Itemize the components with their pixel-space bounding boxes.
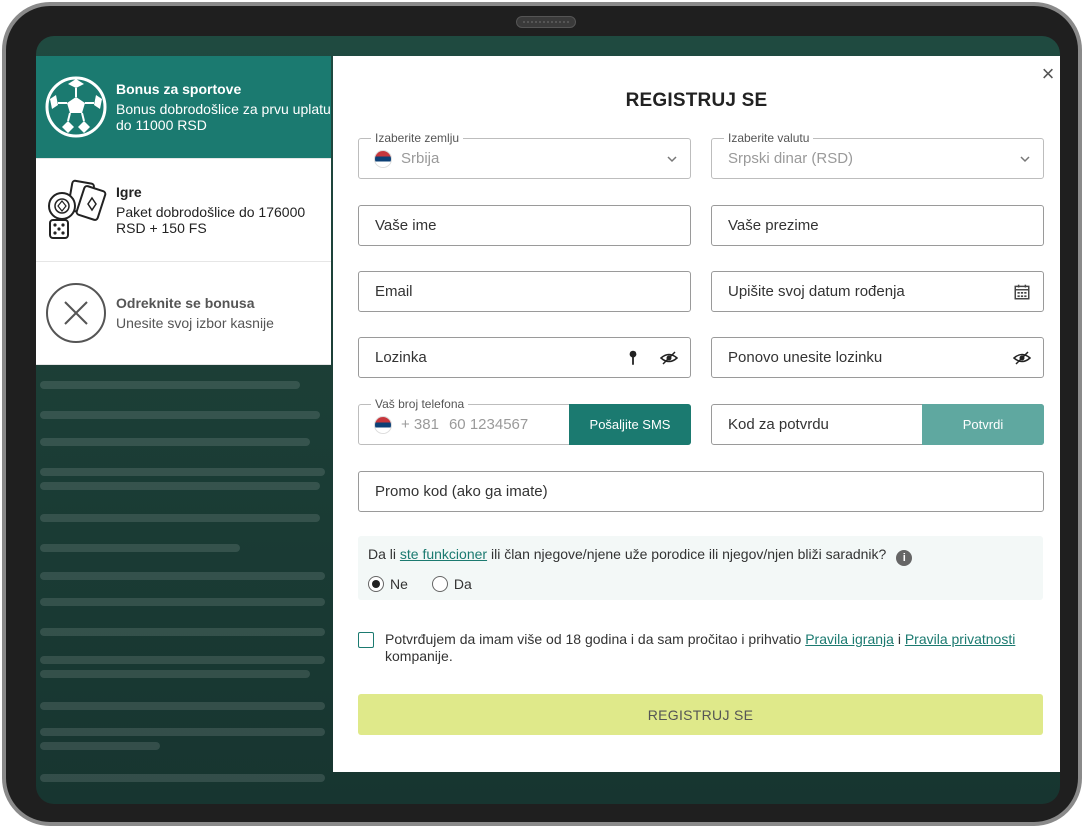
- serbia-flag-icon: [375, 150, 391, 167]
- question-text-before: Da li: [368, 546, 400, 562]
- registration-modal: × REGISTRUJ SE Izaberite zemlju Srbija I…: [333, 56, 1060, 772]
- terms-checkbox[interactable]: [358, 632, 374, 648]
- game-rules-link[interactable]: Pravila igranja: [805, 631, 894, 647]
- email-field[interactable]: Email: [358, 271, 691, 312]
- register-button[interactable]: REGISTRUJ SE: [358, 694, 1043, 735]
- soccer-ball-icon: [45, 76, 107, 138]
- bonus-panel: Bonus za sportove Bonus dobrodošlice za …: [36, 56, 331, 365]
- bonus-desc: Unesite svoj izbor kasnije: [116, 315, 274, 331]
- country-select[interactable]: Izaberite zemlju Srbija: [358, 131, 691, 179]
- password-repeat-placeholder: Ponovo unesite lozinku: [728, 349, 883, 366]
- official-link[interactable]: ste funkcioner: [400, 546, 487, 562]
- bonus-option-decline[interactable]: Odreknite se bonusa Unesite svoj izbor k…: [36, 262, 331, 365]
- password-placeholder: Lozinka: [375, 349, 427, 366]
- last-name-field[interactable]: Vaše prezime: [711, 205, 1044, 246]
- casino-chips-cards-icon: [48, 179, 107, 239]
- terms-text: Potvrđujem da imam više od 18 godina i d…: [385, 631, 1015, 665]
- radio-no-label: Ne: [390, 576, 408, 592]
- bonus-text: Bonus za sportove Bonus dobrodošlice za …: [116, 81, 331, 133]
- chevron-down-icon: [667, 155, 677, 162]
- screen: Bonus za sportove Bonus dobrodošlice za …: [36, 36, 1060, 804]
- pep-question-text: Da li ste funkcioner ili član njegove/nj…: [368, 546, 1033, 566]
- password-repeat-field[interactable]: Ponovo unesite lozinku: [711, 337, 1044, 378]
- terms-text-mid: i: [893, 631, 905, 647]
- phone-placeholder: 60 1234567: [448, 416, 529, 433]
- radio-yes[interactable]: Da: [431, 576, 472, 592]
- verification-code-field[interactable]: Kod za potvrdu Potvrdi: [711, 404, 1044, 445]
- promo-code-placeholder: Promo kod (ako ga imate): [375, 483, 548, 500]
- bonus-title: Igre: [116, 184, 142, 200]
- bonus-title: Bonus za sportove: [116, 81, 242, 97]
- birth-date-placeholder: Upišite svoj datum rođenja: [728, 283, 905, 300]
- info-icon[interactable]: i: [896, 550, 913, 566]
- calendar-icon[interactable]: [1013, 283, 1031, 301]
- radio-yes-indicator[interactable]: [431, 576, 448, 592]
- last-name-placeholder: Vaše prezime: [728, 217, 819, 234]
- currency-value: Srpski dinar (RSD): [728, 150, 854, 167]
- camera-notch: [516, 16, 576, 28]
- bonus-text: Igre Paket dobrodošlice do 176000 RSD + …: [116, 184, 331, 236]
- terms-text-after: kompanije.: [385, 648, 453, 664]
- send-sms-button[interactable]: Pošaljite SMS: [569, 404, 691, 445]
- eye-hidden-icon[interactable]: [1013, 349, 1031, 367]
- eye-hidden-icon[interactable]: [660, 349, 678, 367]
- password-field[interactable]: Lozinka: [358, 337, 691, 378]
- close-icon[interactable]: ×: [1036, 62, 1060, 86]
- pep-question-box: Da li ste funkcioner ili član njegove/nj…: [358, 536, 1043, 600]
- confirm-code-button[interactable]: Potvrdi: [922, 404, 1044, 445]
- radio-yes-label: Da: [453, 576, 472, 592]
- bonus-desc: Bonus dobrodošlice za prvu uplatu do 110…: [116, 101, 331, 133]
- tablet-frame: Bonus za sportove Bonus dobrodošlice za …: [2, 2, 1082, 826]
- question-text-after: ili član njegove/njene uže porodice ili …: [487, 546, 887, 562]
- country-value: Srbija: [401, 150, 440, 167]
- currency-select[interactable]: Izaberite valutu Srpski dinar (RSD): [711, 131, 1044, 179]
- privacy-rules-link[interactable]: Pravila privatnosti: [905, 631, 1016, 647]
- terms-agreement: Potvrđujem da imam više od 18 godina i d…: [358, 631, 1043, 665]
- close-circle-icon: [46, 283, 106, 343]
- bonus-title: Odreknite se bonusa: [116, 295, 255, 311]
- phone-prefix: + 381: [401, 416, 439, 433]
- birth-date-field[interactable]: Upišite svoj datum rođenja: [711, 271, 1044, 312]
- radio-no-indicator[interactable]: [368, 576, 384, 592]
- key-icon: [629, 350, 637, 365]
- modal-title: REGISTRUJ SE: [625, 90, 768, 111]
- pep-radio-group: Ne Da: [368, 576, 1033, 592]
- phone-field[interactable]: Vaš broj telefona + 381 60 1234567 Pošal…: [358, 397, 691, 445]
- country-label: Izaberite zemlju: [371, 131, 464, 145]
- first-name-field[interactable]: Vaše ime: [358, 205, 691, 246]
- chevron-down-icon: [1020, 155, 1030, 162]
- radio-no[interactable]: Ne: [368, 576, 408, 592]
- phone-label: Vaš broj telefona: [371, 397, 469, 411]
- bonus-option-sports[interactable]: Bonus za sportove Bonus dobrodošlice za …: [36, 56, 331, 159]
- first-name-placeholder: Vaše ime: [375, 217, 437, 234]
- bonus-desc: Paket dobrodošlice do 176000 RSD + 150 F…: [116, 204, 306, 236]
- terms-text-before: Potvrđujem da imam više od 18 godina i d…: [385, 631, 806, 647]
- bonus-text: Odreknite se bonusa Unesite svoj izbor k…: [116, 295, 274, 331]
- currency-label: Izaberite valutu: [724, 131, 814, 145]
- serbia-flag-icon: [375, 416, 391, 433]
- promo-code-field[interactable]: Promo kod (ako ga imate): [358, 471, 1044, 512]
- bonus-option-games[interactable]: Igre Paket dobrodošlice do 176000 RSD + …: [36, 159, 331, 262]
- email-placeholder: Email: [375, 283, 413, 300]
